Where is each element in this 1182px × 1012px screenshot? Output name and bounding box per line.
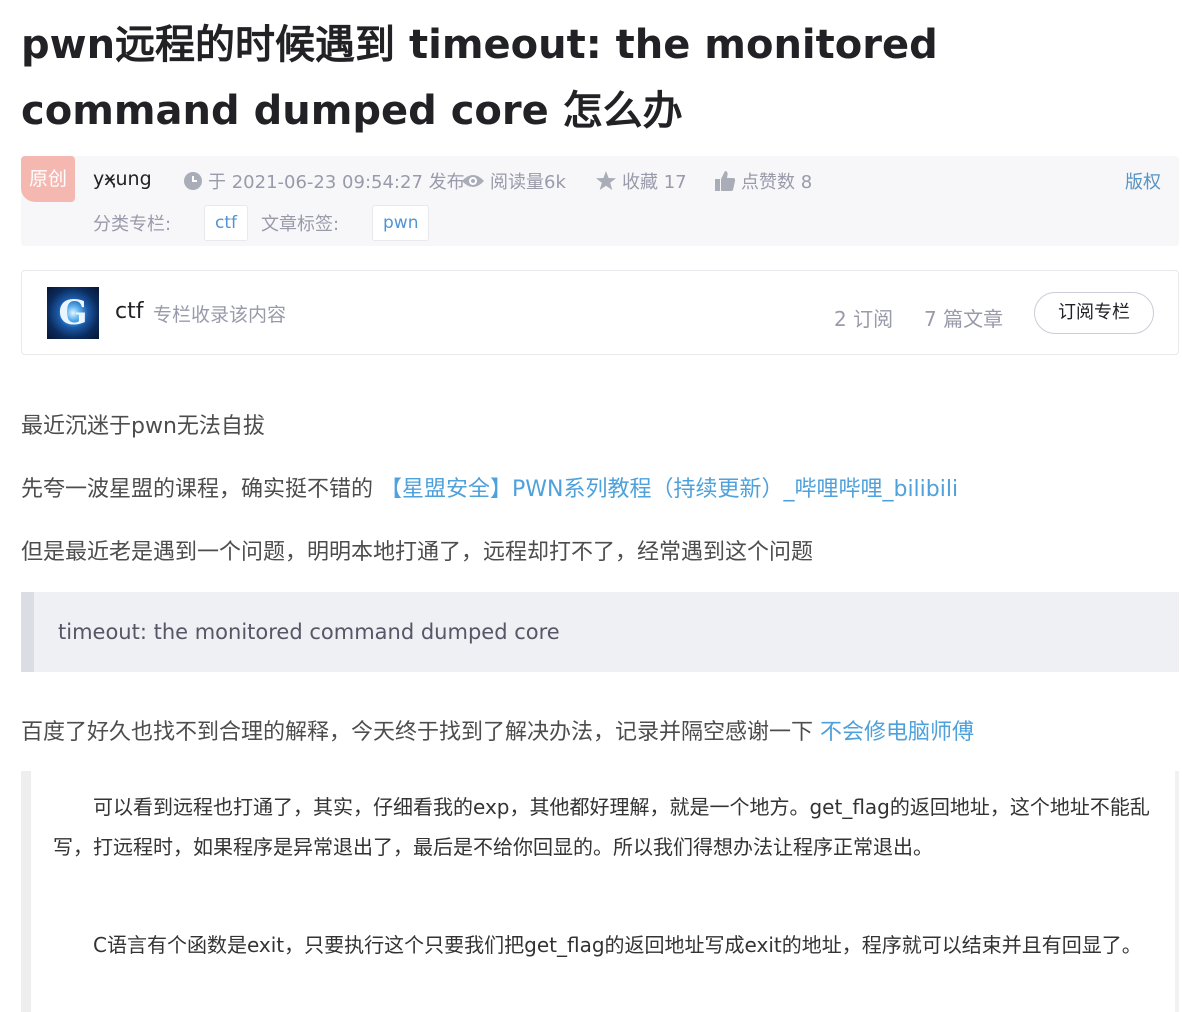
article-meta-bar: 原创 yҳ̴ung 于 2021-06-23 09:54:27 发布 阅读量6k… xyxy=(21,156,1179,246)
copyright-link[interactable]: 版权 xyxy=(1125,168,1161,194)
paragraph-4: 百度了好久也找不到合理的解释，今天终于找到了解决办法，记录并隔空感谢一下 不会修… xyxy=(21,714,974,746)
error-quote-text: timeout: the monitored command dumped co… xyxy=(58,620,560,644)
favorite-count[interactable]: 收藏 17 xyxy=(595,168,687,194)
like-count-text: 点赞数 8 xyxy=(741,172,813,193)
paragraph-2: 先夸一波星盟的课程，确实挺不错的 【星盟安全】PWN系列教程（持续更新）_哔哩哔… xyxy=(21,471,958,503)
article-tag-pwn[interactable]: pwn xyxy=(372,205,430,241)
column-card: G ctf 专栏收录该内容 2 订阅 7 篇文章 订阅专栏 xyxy=(21,270,1179,355)
subscribe-column-button[interactable]: 订阅专栏 xyxy=(1034,292,1154,334)
paragraph-1: 最近沉迷于pwn无法自拔 xyxy=(21,414,265,439)
column-logo-icon[interactable]: G xyxy=(47,287,99,339)
column-name[interactable]: ctf xyxy=(115,299,143,324)
error-quote-block: timeout: the monitored command dumped co… xyxy=(21,592,1179,672)
paragraph-4-text: 百度了好久也找不到合理的解释，今天终于找到了解决办法，记录并隔空感谢一下 xyxy=(21,720,820,745)
author-credit-link[interactable]: 不会修电脑师傅 xyxy=(820,720,974,745)
read-count-text: 阅读量6k xyxy=(490,172,566,193)
column-subscribers: 2 订阅 xyxy=(834,307,894,331)
column-articles: 7 篇文章 xyxy=(924,307,1004,331)
author-name[interactable]: yҳ̴ung xyxy=(93,168,152,190)
paragraph-2-text: 先夸一波星盟的课程，确实挺不错的 xyxy=(21,477,380,502)
tags-label: 文章标签: xyxy=(261,214,340,235)
clock-icon xyxy=(184,172,202,190)
screenshot-paragraph-1: 可以看到远程也打通了，其实，仔细看我的exp，其他都好理解，就是一个地方。get… xyxy=(53,795,1150,859)
like-count[interactable]: 点赞数 8 xyxy=(714,168,812,194)
eye-icon xyxy=(462,175,484,187)
embedded-screenshot: 可以看到远程也打通了，其实，仔细看我的exp，其他都好理解，就是一个地方。get… xyxy=(21,771,1179,1012)
read-count: 阅读量6k xyxy=(461,168,566,194)
bilibili-course-link[interactable]: 【星盟安全】PWN系列教程（持续更新）_哔哩哔哩_bilibili xyxy=(380,477,958,502)
column-description: 专栏收录该内容 xyxy=(153,304,287,326)
category-tag-ctf[interactable]: ctf xyxy=(204,205,248,241)
article-title: pwn远程的时候遇到 timeout: the monitored comman… xyxy=(21,22,938,134)
screenshot-paragraph-2: C语言有个函数是exit，只要执行这个只要我们把get_flag的返回地址写成e… xyxy=(53,933,1142,957)
publish-date: 于 2021-06-23 09:54:27 发布 xyxy=(183,168,465,194)
publish-date-text: 于 2021-06-23 09:54:27 发布 xyxy=(208,172,465,193)
paragraph-3: 但是最近老是遇到一个问题，明明本地打通了，远程却打不了，经常遇到这个问题 xyxy=(21,540,814,565)
original-badge: 原创 xyxy=(21,156,75,202)
star-icon xyxy=(596,171,616,190)
thumb-up-icon xyxy=(715,171,736,191)
category-label: 分类专栏: xyxy=(93,214,172,235)
favorite-count-text: 收藏 17 xyxy=(622,172,687,193)
